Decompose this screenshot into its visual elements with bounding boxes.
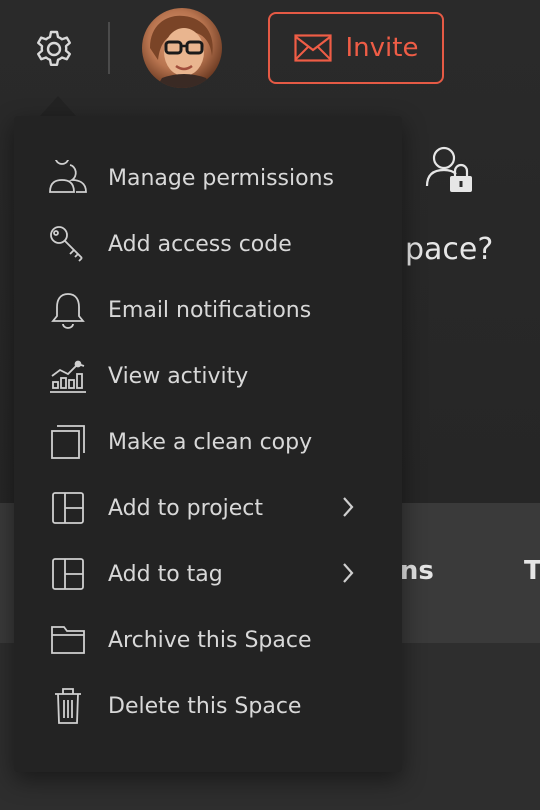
menu-item-make-clean-copy[interactable]: Make a clean copy <box>14 409 402 475</box>
menu-item-view-activity[interactable]: View activity <box>14 343 402 409</box>
layout-icon <box>48 488 88 528</box>
hero-question: pace? <box>405 232 494 267</box>
menu-item-label: Manage permissions <box>108 165 334 191</box>
menu-item-add-to-project[interactable]: Add to project <box>14 475 402 541</box>
avatar-image <box>150 15 213 88</box>
invite-label: Invite <box>345 33 419 63</box>
menu-item-label: Delete this Space <box>108 693 302 719</box>
menu-item-label: Add access code <box>108 231 292 257</box>
menu-item-add-access-code[interactable]: Add access code <box>14 211 402 277</box>
menu-item-label: Email notifications <box>108 297 312 323</box>
menu-item-label: Archive this Space <box>108 627 312 653</box>
chevron-right-icon <box>343 563 354 583</box>
tab-label-partial-2[interactable]: T <box>524 556 540 586</box>
menu-item-manage-permissions[interactable]: Manage permissions <box>14 145 402 211</box>
menu-item-label: Add to project <box>108 495 264 521</box>
menu-caret <box>40 96 76 116</box>
folder-icon <box>48 620 88 660</box>
menu-item-add-to-tag[interactable]: Add to tag <box>14 541 402 607</box>
menu-item-label: Make a clean copy <box>108 429 313 455</box>
trash-icon <box>48 686 88 726</box>
bell-icon <box>48 290 88 330</box>
menu-item-delete-space[interactable]: Delete this Space <box>14 673 402 739</box>
menu-item-email-notifications[interactable]: Email notifications <box>14 277 402 343</box>
layout-icon <box>48 554 88 594</box>
settings-dropdown-menu: Manage permissions Add access code Email… <box>14 116 402 772</box>
invite-button[interactable]: Invite <box>268 12 444 84</box>
user-lock-icon <box>424 144 476 196</box>
gear-icon <box>37 30 71 66</box>
avatar[interactable] <box>142 8 222 88</box>
activity-chart-icon <box>48 356 88 396</box>
menu-item-archive-space[interactable]: Archive this Space <box>14 607 402 673</box>
users-icon <box>48 158 88 198</box>
envelope-icon <box>293 34 332 62</box>
chevron-right-icon <box>343 497 354 517</box>
header-divider <box>108 22 110 74</box>
menu-item-label: Add to tag <box>108 561 223 587</box>
settings-button[interactable] <box>31 26 77 72</box>
menu-item-label: View activity <box>108 363 249 389</box>
key-icon <box>48 224 88 264</box>
copy-icon <box>48 422 88 462</box>
